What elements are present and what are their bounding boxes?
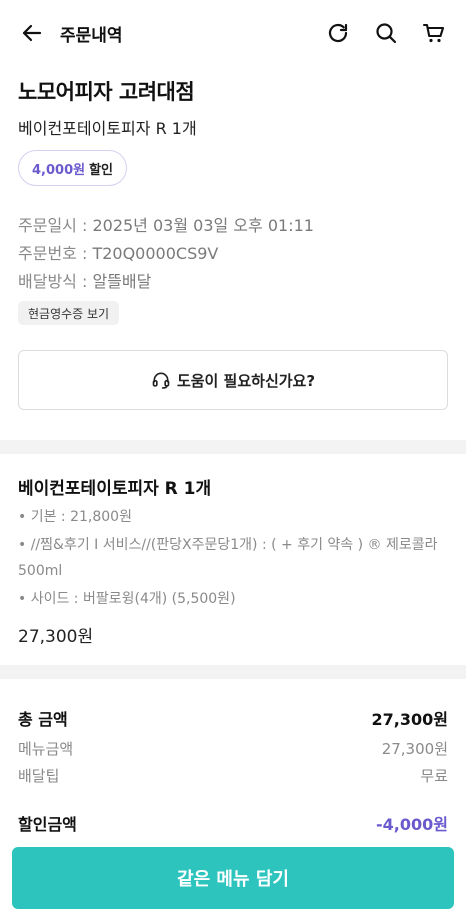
order-date-row: 주문일시 : 2025년 03월 03일 오후 01:11 [18,212,314,236]
item-title: 베이컨포테이토피자 R 1개 [18,479,212,499]
section-divider [0,440,466,454]
order-number-row: 주문번호 : T20Q0000CS9V [18,240,218,264]
discount-badge: 4,000원 할인 [18,150,128,186]
total-amount-label: 총 금액 [18,710,68,729]
discount-badge-amount: 4,000원 [32,162,86,178]
section-divider [0,665,466,679]
item-option-service: • //찜&후기 I 서비스//(판당X주문당1개) : ( + 후기 약속 )… [18,537,438,579]
search-icon[interactable] [372,19,400,47]
reorder-button[interactable]: 같은 메뉴 담기 [12,847,454,909]
discount-amount-value: -4,000원 [376,815,448,834]
back-arrow-icon[interactable] [18,19,46,47]
top-bar: 주문내역 [0,0,466,66]
help-label: 도움이 필요하신가요? [176,371,316,390]
cash-receipt-button[interactable]: 현금영수증 보기 [18,301,120,325]
order-date-label: 주문일시 : [18,216,93,235]
order-number-value: T20Q0000CS9V [92,244,219,263]
order-number-label: 주문번호 : [18,244,93,263]
delivery-tip-label: 배달팁 [18,767,60,785]
headset-icon [151,370,171,390]
cart-icon[interactable] [420,19,448,47]
delivery-tip-row: 배달팁 무료 [18,765,448,786]
total-amount-value: 27,300원 [371,710,448,729]
discount-amount-label: 할인금액 [18,815,77,834]
item-option-side: • 사이드 : 버팔로윙(4개) (5,500원) [18,591,236,607]
total-amount-row: 총 금액 27,300원 [18,706,448,730]
menu-amount-value: 27,300원 [381,740,448,758]
menu-amount-row: 메뉴금액 27,300원 [18,738,448,759]
header-actions [324,19,448,47]
help-button[interactable]: 도움이 필요하신가요? [18,350,448,410]
delivery-tip-value: 무료 [420,767,448,785]
discount-badge-label: 할인 [89,162,114,178]
menu-summary: 베이컨포테이토피자 R 1개 [18,119,197,138]
item-price: 27,300원 [18,627,94,647]
page-title: 주문내역 [60,25,123,46]
menu-amount-label: 메뉴금액 [18,740,74,758]
discount-amount-row: 할인금액 -4,000원 [18,811,448,835]
delivery-method-row: 배달방식 : 알뜰배달 [18,268,151,292]
delivery-method-label: 배달방식 : [18,272,93,291]
delivery-method-value: 알뜰배달 [92,272,152,291]
store-name[interactable]: 노모어피자 고려대점 [18,76,195,106]
item-option-base: • 기본 : 21,800원 [18,509,132,525]
order-date-value: 2025년 03월 03일 오후 01:11 [92,216,314,235]
refresh-icon[interactable] [324,19,352,47]
